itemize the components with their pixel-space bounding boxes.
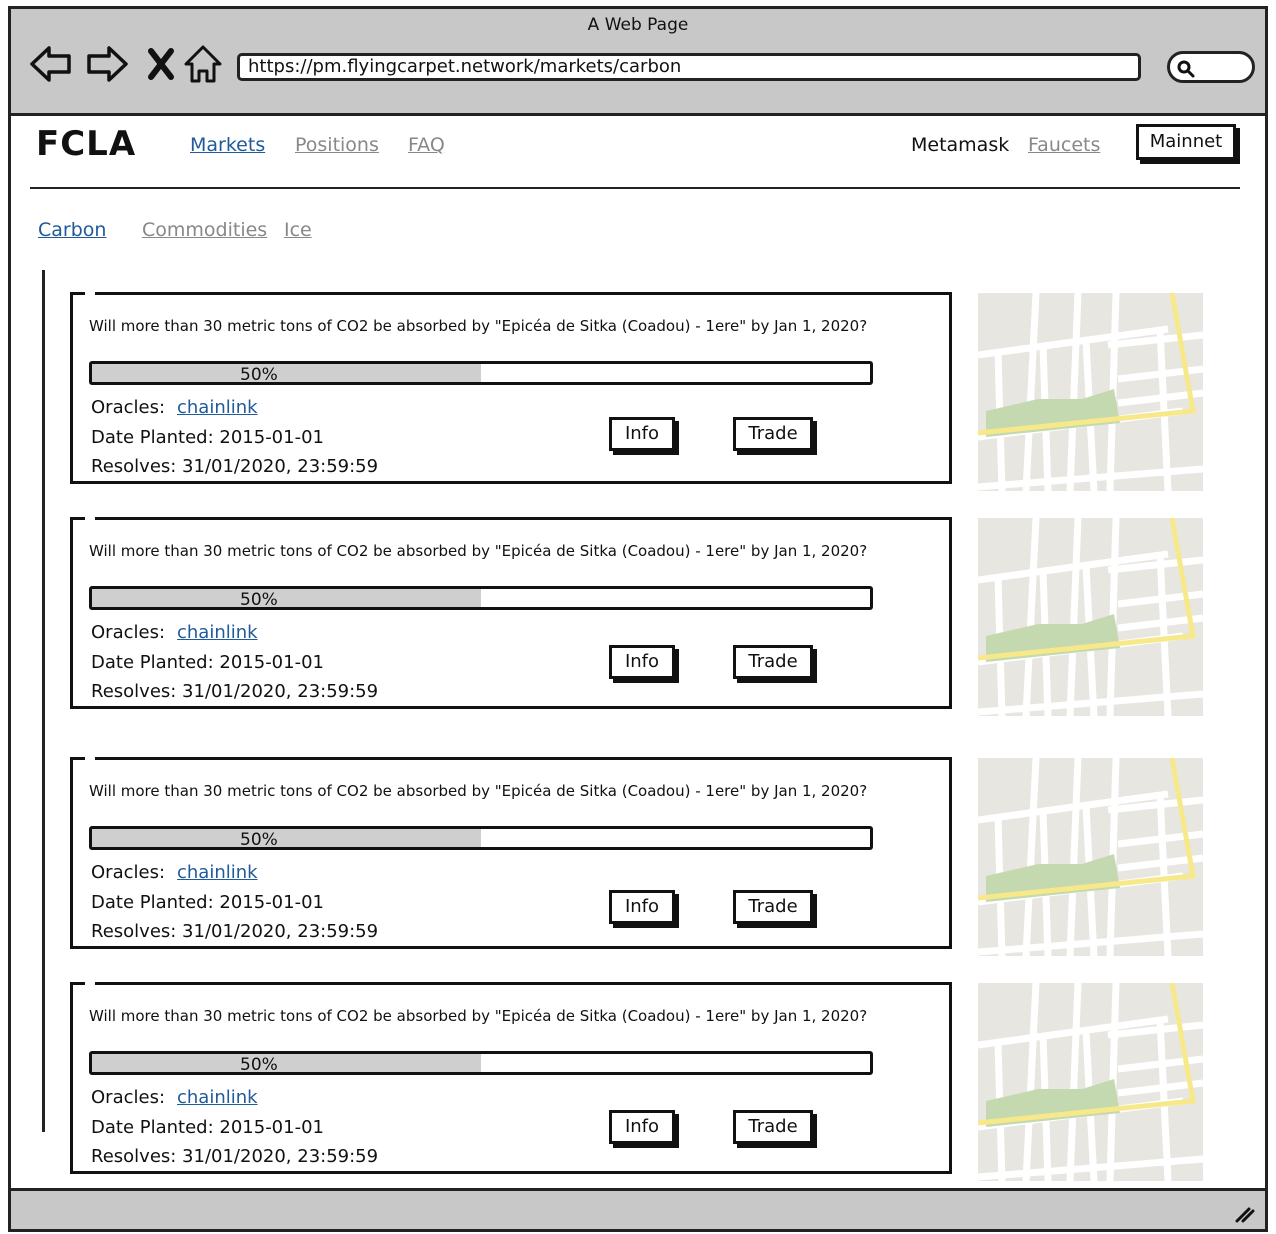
- market-question: Will more than 30 metric tons of CO2 be …: [89, 317, 868, 335]
- info-button[interactable]: Info: [609, 645, 675, 679]
- header-divider: [30, 187, 1240, 189]
- trade-button[interactable]: Trade: [733, 645, 813, 679]
- oracles-label: Oracles:: [91, 862, 166, 883]
- progress-bar: 50%: [89, 361, 873, 385]
- date-planted: Date Planted: 2015-01-01: [91, 892, 324, 913]
- window-title: A Web Page: [587, 15, 689, 35]
- progress-label: 50%: [240, 590, 278, 610]
- date-planted: Date Planted: 2015-01-01: [91, 1117, 324, 1138]
- back-arrow-icon[interactable]: [29, 43, 73, 85]
- trade-button[interactable]: Trade: [733, 1110, 813, 1144]
- tab-ice[interactable]: Ice: [284, 219, 312, 241]
- nav-faucets[interactable]: Faucets: [1028, 134, 1100, 156]
- nav-markets[interactable]: Markets: [190, 134, 265, 156]
- info-button[interactable]: Info: [609, 890, 675, 924]
- resize-grip-icon[interactable]: [1233, 1205, 1255, 1223]
- progress-fill: [92, 1054, 481, 1072]
- progress-fill: [92, 829, 481, 847]
- resolves-date: Resolves: 31/01/2020, 23:59:59: [91, 921, 379, 942]
- browser-toolbar: A Web Page https://pm.flyingcarpet.netwo…: [11, 9, 1265, 116]
- info-button[interactable]: Info: [609, 1110, 675, 1144]
- network-button[interactable]: Mainnet: [1136, 124, 1236, 160]
- browser-search-field[interactable]: [1167, 51, 1255, 83]
- date-planted: Date Planted: 2015-01-01: [91, 427, 324, 448]
- map-thumbnail: [977, 982, 1204, 1182]
- map-thumbnail: [977, 757, 1204, 957]
- trade-button[interactable]: Trade: [733, 890, 813, 924]
- resolves-date: Resolves: 31/01/2020, 23:59:59: [91, 456, 379, 477]
- tab-commodities[interactable]: Commodities: [142, 219, 267, 241]
- oracles-label: Oracles:: [91, 622, 166, 643]
- map-thumbnail: [977, 292, 1204, 492]
- market-question: Will more than 30 metric tons of CO2 be …: [89, 782, 868, 800]
- oracles-label: Oracles:: [91, 397, 166, 418]
- oracle-link[interactable]: chainlink: [177, 862, 258, 883]
- nav-faq[interactable]: FAQ: [408, 134, 445, 156]
- progress-fill: [92, 364, 481, 382]
- date-planted: Date Planted: 2015-01-01: [91, 652, 324, 673]
- market-card: Will more than 30 metric tons of CO2 be …: [70, 516, 952, 709]
- home-icon[interactable]: [181, 43, 225, 85]
- market-card: Will more than 30 metric tons of CO2 be …: [70, 981, 952, 1174]
- nav-positions[interactable]: Positions: [295, 134, 379, 156]
- trade-button[interactable]: Trade: [733, 417, 813, 451]
- resolves-date: Resolves: 31/01/2020, 23:59:59: [91, 681, 379, 702]
- progress-label: 50%: [240, 365, 278, 385]
- map-thumbnail: [977, 517, 1204, 717]
- forward-arrow-icon[interactable]: [85, 43, 129, 85]
- market-card: Will more than 30 metric tons of CO2 be …: [70, 756, 952, 949]
- tab-carbon[interactable]: Carbon: [38, 219, 106, 241]
- market-question: Will more than 30 metric tons of CO2 be …: [89, 542, 868, 560]
- oracle-link[interactable]: chainlink: [177, 1087, 258, 1108]
- oracle-link[interactable]: chainlink: [177, 622, 258, 643]
- progress-label: 50%: [240, 1055, 278, 1075]
- progress-bar: 50%: [89, 1051, 873, 1075]
- progress-fill: [92, 589, 481, 607]
- progress-bar: 50%: [89, 586, 873, 610]
- search-icon: [1177, 60, 1195, 78]
- market-card: Will more than 30 metric tons of CO2 be …: [70, 291, 952, 484]
- stop-icon[interactable]: [139, 43, 183, 85]
- oracles-label: Oracles:: [91, 1087, 166, 1108]
- progress-label: 50%: [240, 830, 278, 850]
- address-bar[interactable]: https://pm.flyingcarpet.network/markets/…: [237, 53, 1141, 81]
- progress-bar: 50%: [89, 826, 873, 850]
- site-logo[interactable]: FCLA: [36, 124, 136, 164]
- metamask-label: Metamask: [911, 134, 1010, 156]
- market-question: Will more than 30 metric tons of CO2 be …: [89, 1007, 868, 1025]
- resolves-date: Resolves: 31/01/2020, 23:59:59: [91, 1146, 379, 1167]
- info-button[interactable]: Info: [609, 417, 675, 451]
- browser-status-bar: [11, 1188, 1265, 1229]
- scroll-track: [42, 270, 45, 1132]
- oracle-link[interactable]: chainlink: [177, 397, 258, 418]
